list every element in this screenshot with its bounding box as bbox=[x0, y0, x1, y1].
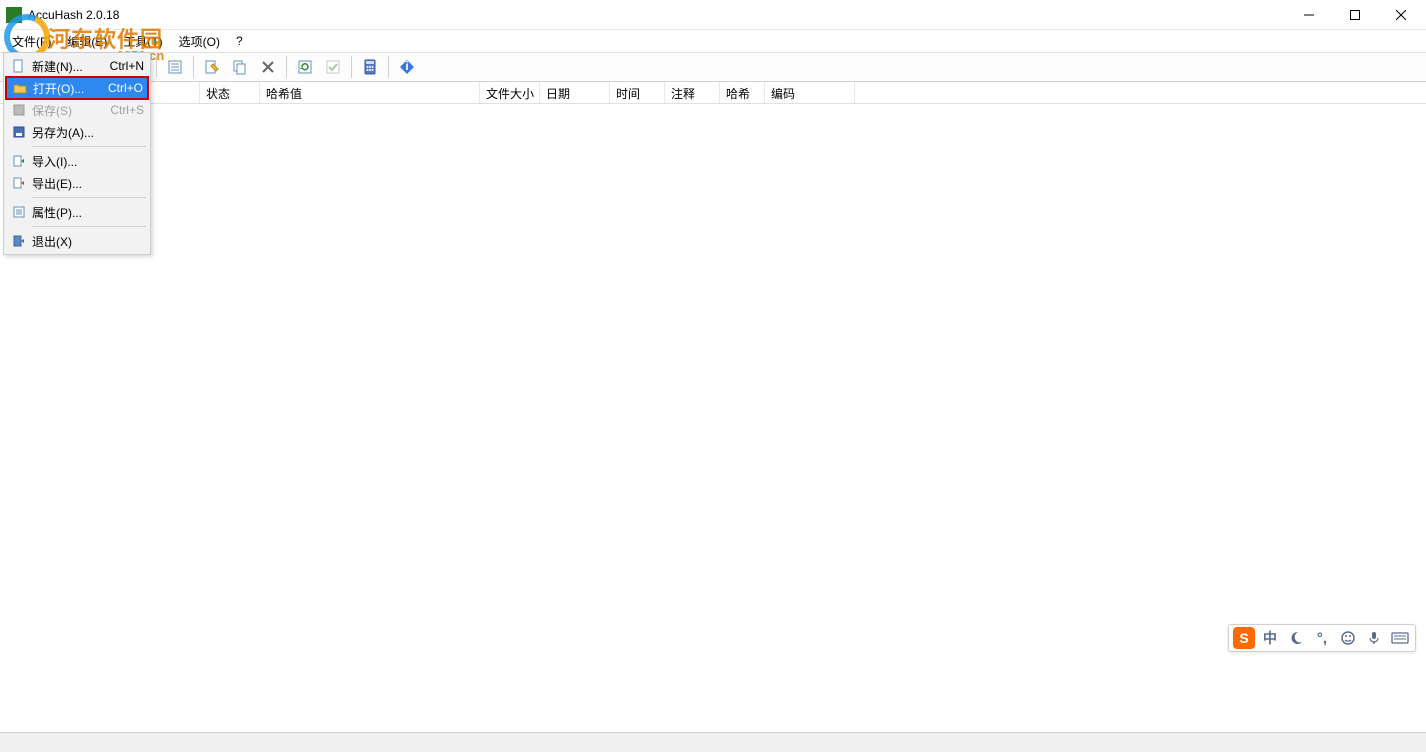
menu-item-import[interactable]: 导入(I)... bbox=[6, 150, 148, 172]
close-button[interactable] bbox=[1378, 0, 1424, 30]
menu-help[interactable]: ? bbox=[228, 32, 251, 50]
menu-file[interactable]: 文件(F) bbox=[4, 31, 59, 52]
col-hashval[interactable]: 哈希值 bbox=[260, 82, 480, 103]
file-menu-dropdown: 新建(N)... Ctrl+N 打开(O)... Ctrl+O 保存(S) Ct… bbox=[3, 52, 151, 255]
toolbar-separator bbox=[193, 56, 194, 78]
toolbar: i bbox=[0, 52, 1426, 82]
menu-item-label: 导出(E)... bbox=[32, 175, 144, 192]
toolbar-check-button[interactable] bbox=[320, 54, 346, 80]
toolbar-copy-button[interactable] bbox=[227, 54, 253, 80]
menu-item-save: 保存(S) Ctrl+S bbox=[6, 99, 148, 121]
menu-option[interactable]: 选项(O) bbox=[171, 31, 228, 52]
svg-text:i: i bbox=[405, 59, 408, 73]
menu-item-open[interactable]: 打开(O)... Ctrl+O bbox=[5, 76, 149, 100]
window-title: AccuHash 2.0.18 bbox=[28, 8, 119, 22]
menu-item-properties[interactable]: 属性(P)... bbox=[6, 201, 148, 223]
new-file-icon bbox=[10, 58, 28, 74]
menu-separator bbox=[32, 226, 146, 227]
menu-separator bbox=[32, 197, 146, 198]
toolbar-refresh-button[interactable] bbox=[292, 54, 318, 80]
saveas-icon bbox=[10, 124, 28, 140]
menu-item-accel: Ctrl+N bbox=[110, 59, 144, 73]
menu-item-accel: Ctrl+O bbox=[108, 81, 143, 95]
open-folder-icon bbox=[11, 80, 29, 96]
properties-icon bbox=[10, 204, 28, 220]
ime-lang-toggle[interactable]: 中 bbox=[1259, 627, 1281, 649]
menu-item-label: 新建(N)... bbox=[32, 58, 102, 75]
menu-item-exit[interactable]: 退出(X) bbox=[6, 230, 148, 252]
col-hash[interactable]: 哈希 bbox=[720, 82, 765, 103]
col-comment[interactable]: 注释 bbox=[665, 82, 720, 103]
statusbar bbox=[0, 732, 1426, 752]
minimize-button[interactable] bbox=[1286, 0, 1332, 30]
file-list[interactable] bbox=[0, 104, 1426, 732]
col-date[interactable]: 日期 bbox=[540, 82, 610, 103]
menu-item-label: 属性(P)... bbox=[32, 204, 144, 221]
menubar: 文件(F) 编辑(E) 工具(T) 选项(O) ? bbox=[0, 30, 1426, 52]
toolbar-about-button[interactable]: i bbox=[394, 54, 420, 80]
import-icon bbox=[10, 153, 28, 169]
column-headers: 文件 状态 哈希值 文件大小 日期 时间 注释 哈希 编码 bbox=[0, 82, 1426, 104]
toolbar-calc-button[interactable] bbox=[357, 54, 383, 80]
toolbar-separator bbox=[388, 56, 389, 78]
menu-item-export[interactable]: 导出(E)... bbox=[6, 172, 148, 194]
maximize-button[interactable] bbox=[1332, 0, 1378, 30]
menu-separator bbox=[32, 146, 146, 147]
menu-item-label: 退出(X) bbox=[32, 233, 144, 250]
menu-item-label: 导入(I)... bbox=[32, 153, 144, 170]
menu-item-accel: Ctrl+S bbox=[110, 103, 144, 117]
menu-item-label: 另存为(A)... bbox=[32, 124, 144, 141]
exit-icon bbox=[10, 233, 28, 249]
titlebar: AccuHash 2.0.18 bbox=[0, 0, 1426, 30]
ime-punct-icon[interactable]: °, bbox=[1311, 627, 1333, 649]
col-encoding[interactable]: 编码 bbox=[765, 82, 855, 103]
toolbar-delete-button[interactable] bbox=[255, 54, 281, 80]
ime-mic-icon[interactable] bbox=[1363, 627, 1385, 649]
toolbar-separator bbox=[156, 56, 157, 78]
toolbar-properties-button[interactable] bbox=[162, 54, 188, 80]
ime-keyboard-icon[interactable] bbox=[1389, 627, 1411, 649]
menu-edit[interactable]: 编辑(E) bbox=[59, 31, 115, 52]
menu-item-label: 打开(O)... bbox=[33, 80, 100, 97]
export-icon bbox=[10, 175, 28, 191]
ime-emoji-icon[interactable] bbox=[1337, 627, 1359, 649]
menu-tool[interactable]: 工具(T) bbox=[115, 31, 170, 52]
menu-item-saveas[interactable]: 另存为(A)... bbox=[6, 121, 148, 143]
col-filesize[interactable]: 文件大小 bbox=[480, 82, 540, 103]
ime-moon-icon[interactable] bbox=[1285, 627, 1307, 649]
toolbar-separator bbox=[286, 56, 287, 78]
col-status[interactable]: 状态 bbox=[200, 82, 260, 103]
col-time[interactable]: 时间 bbox=[610, 82, 665, 103]
save-icon bbox=[10, 102, 28, 118]
menu-item-label: 保存(S) bbox=[32, 102, 102, 119]
app-icon bbox=[6, 7, 22, 23]
ime-logo-icon[interactable]: S bbox=[1233, 627, 1255, 649]
toolbar-separator bbox=[351, 56, 352, 78]
toolbar-edit-button[interactable] bbox=[199, 54, 225, 80]
ime-toolbar[interactable]: S 中 °, bbox=[1228, 624, 1416, 652]
menu-item-new[interactable]: 新建(N)... Ctrl+N bbox=[6, 55, 148, 77]
